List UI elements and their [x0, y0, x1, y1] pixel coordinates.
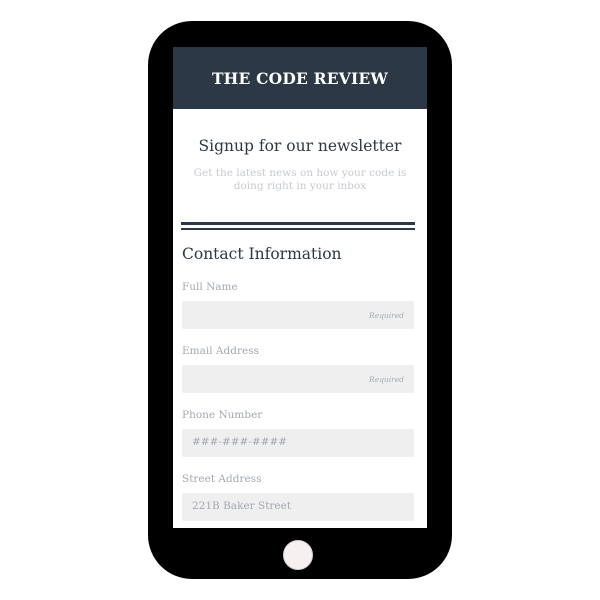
email-required-hint: Required — [369, 375, 404, 384]
email-field[interactable]: Required — [182, 365, 414, 393]
divider-thin-line — [181, 228, 415, 230]
phone-label: Phone Number — [182, 409, 263, 421]
home-button-icon[interactable] — [283, 540, 313, 570]
street-field[interactable]: 221B Baker Street — [182, 493, 414, 521]
divider-thick-line — [181, 222, 415, 225]
section-divider — [181, 222, 415, 230]
phone-placeholder: ###-###-#### — [192, 436, 288, 448]
contact-section-title: Contact Information — [182, 245, 342, 263]
street-placeholder: 221B Baker Street — [192, 500, 292, 512]
email-label: Email Address — [182, 345, 259, 357]
app-header: THE CODE REVIEW — [173, 47, 427, 109]
newsletter-heading: Signup for our newsletter — [198, 137, 402, 155]
full-name-label: Full Name — [182, 281, 238, 293]
phone-field[interactable]: ###-###-#### — [182, 429, 414, 457]
phone-frame: THE CODE REVIEW Signup for our newslette… — [148, 21, 452, 579]
newsletter-description: Get the latest news on how your code is … — [193, 167, 407, 192]
full-name-required-hint: Required — [369, 311, 404, 320]
phone-screen: THE CODE REVIEW Signup for our newslette… — [173, 47, 427, 528]
app-title: THE CODE REVIEW — [211, 68, 389, 88]
full-name-field[interactable]: Required — [182, 301, 414, 329]
street-label: Street Address — [182, 473, 262, 485]
